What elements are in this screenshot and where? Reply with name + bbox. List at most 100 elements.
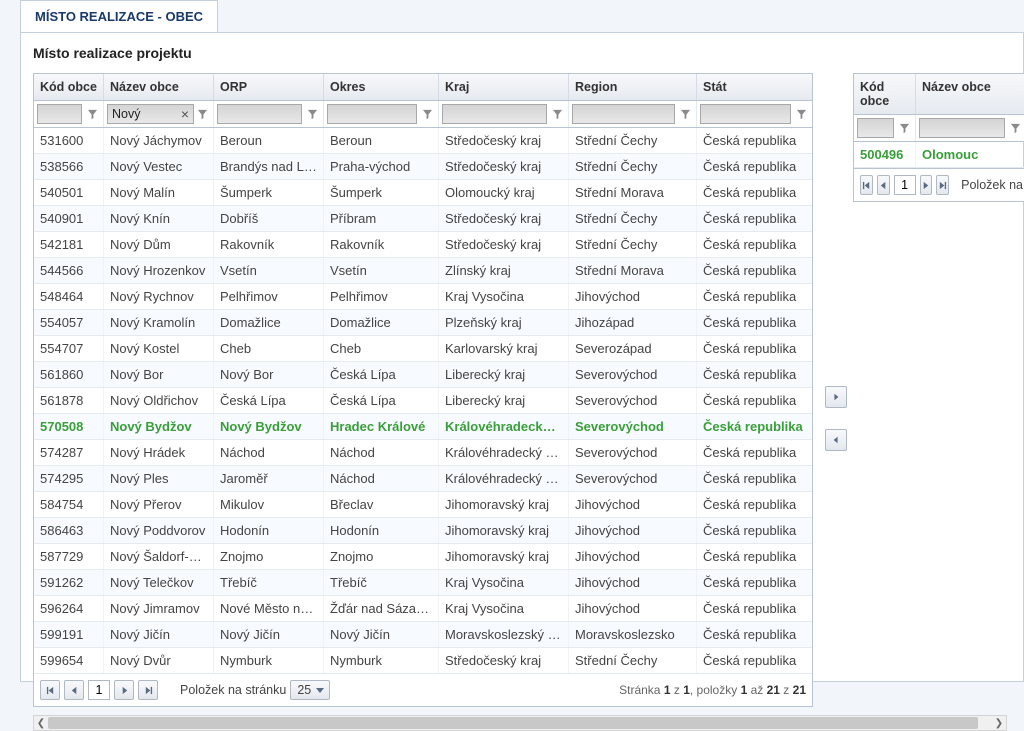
table-row[interactable]: 500496Olomouc	[854, 142, 1024, 168]
filter-icon[interactable]	[194, 104, 210, 124]
table-cell: Karlovarský kraj	[439, 336, 569, 361]
table-cell: Střední Čechy	[569, 648, 697, 673]
col-header-nazev-obce[interactable]: Název obce	[104, 74, 214, 100]
table-row[interactable]: 584754Nový PřerovMikulovBřeclavJihomorav…	[34, 492, 812, 518]
table-row[interactable]: 587729Nový Šaldorf-Sed...ZnojmoZnojmoJih…	[34, 544, 812, 570]
table-cell: Jihovýchod	[569, 518, 697, 543]
table-row[interactable]: 561860Nový BorNový BorČeská LípaLibereck…	[34, 362, 812, 388]
filter-icon[interactable]	[896, 118, 912, 138]
table-cell: Cheb	[324, 336, 439, 361]
table-row[interactable]: 586463Nový PoddvorovHodonínHodonínJihomo…	[34, 518, 812, 544]
move-right-button[interactable]	[825, 386, 847, 408]
table-cell: 554057	[34, 310, 104, 335]
table-row[interactable]: 540901Nový KnínDobříšPříbramStředočeský …	[34, 206, 812, 232]
table-cell: Středočeský kraj	[439, 154, 569, 179]
table-row[interactable]: 540501Nový MalínŠumperkŠumperkOlomoucký …	[34, 180, 812, 206]
table-cell: Nový Bor	[214, 362, 324, 387]
col-header-nazev-obce-r[interactable]: Název obce	[916, 74, 1024, 114]
pager-next-button-r[interactable]	[920, 175, 933, 195]
pager-first-button[interactable]	[40, 680, 60, 700]
filter-input-col7[interactable]	[700, 104, 791, 124]
col-header-orp[interactable]: ORP	[214, 74, 324, 100]
pager-next-button[interactable]	[114, 680, 134, 700]
pager-last-button[interactable]	[138, 680, 158, 700]
col-header-okres[interactable]: Okres	[324, 74, 439, 100]
pager-prev-button-r[interactable]	[877, 175, 890, 195]
filter-input-r-col1[interactable]	[857, 118, 894, 138]
pager-perpage-label-r: Položek na	[961, 178, 1023, 192]
table-row[interactable]: 544566Nový HrozenkovVsetínVsetínZlínský …	[34, 258, 812, 284]
table-cell: Středočeský kraj	[439, 232, 569, 257]
scroll-thumb[interactable]	[48, 717, 978, 729]
table-cell: 574287	[34, 440, 104, 465]
col-header-stat[interactable]: Stát	[697, 74, 812, 100]
table-cell: Česká republika	[697, 414, 812, 439]
table-cell: Hodonín	[324, 518, 439, 543]
table-row[interactable]: 531600Nový JáchymovBerounBerounStředočes…	[34, 128, 812, 154]
table-row[interactable]: 574287Nový HrádekNáchodNáchodKrálovéhrad…	[34, 440, 812, 466]
table-row[interactable]: 561878Nový OldřichovČeská LípaČeská Lípa…	[34, 388, 812, 414]
table-row[interactable]: 599191Nový JičínNový JičínNový JičínMora…	[34, 622, 812, 648]
table-cell: Šumperk	[324, 180, 439, 205]
filter-icon[interactable]	[549, 104, 565, 124]
table-cell: Moravskoslezský kraj	[439, 622, 569, 647]
table-cell: Česká republika	[697, 206, 812, 231]
filter-icon[interactable]	[1007, 118, 1023, 138]
col-header-kraj[interactable]: Kraj	[439, 74, 569, 100]
col-header-region[interactable]: Region	[569, 74, 697, 100]
filter-input-col1[interactable]	[37, 104, 82, 124]
table-cell: Cheb	[214, 336, 324, 361]
filter-input-col5[interactable]	[442, 104, 547, 124]
table-row[interactable]: 574295Nový PlesJaroměřNáchodKrálovéhrade…	[34, 466, 812, 492]
table-cell: Jihovýchod	[569, 544, 697, 569]
pager-page-input-r[interactable]	[894, 175, 916, 195]
table-cell: 561860	[34, 362, 104, 387]
col-header-kod-obce-r[interactable]: Kód obce	[854, 74, 916, 114]
table-row[interactable]: 596264Nový JimramovNové Město na M...Žďá…	[34, 596, 812, 622]
table-row[interactable]: 591262Nový TelečkovTřebíčTřebíčKraj Vyso…	[34, 570, 812, 596]
scroll-right-icon[interactable]: ❯	[992, 716, 1006, 730]
filter-input-col6[interactable]	[572, 104, 675, 124]
table-cell: Nový Kramolín	[104, 310, 214, 335]
filter-icon[interactable]	[677, 104, 693, 124]
table-cell: Česká republika	[697, 362, 812, 387]
table-cell: Královéhradecký kraj	[439, 466, 569, 491]
table-cell: Rakovník	[324, 232, 439, 257]
pager-prev-button[interactable]	[64, 680, 84, 700]
move-left-button[interactable]	[825, 429, 847, 451]
table-row[interactable]: 570508Nový BydžovNový BydžovHradec Králo…	[34, 414, 812, 440]
table-cell: Střední Čechy	[569, 206, 697, 231]
table-row[interactable]: 554057Nový KramolínDomažliceDomažlicePlz…	[34, 310, 812, 336]
table-cell: Znojmo	[324, 544, 439, 569]
table-row[interactable]: 538566Nový VestecBrandýs nad Lab...Praha…	[34, 154, 812, 180]
table-row[interactable]: 548464Nový RychnovPelhřimovPelhřimovKraj…	[34, 284, 812, 310]
pager-last-button-r[interactable]	[936, 175, 949, 195]
table-cell: Česká republika	[697, 544, 812, 569]
filter-icon[interactable]	[84, 104, 100, 124]
table-cell: Královéhradecký kraj	[439, 440, 569, 465]
filter-icon[interactable]	[304, 104, 320, 124]
filter-icon[interactable]	[793, 104, 809, 124]
pager-perpage-select[interactable]: 25	[290, 680, 330, 700]
table-row[interactable]: 554707Nový KostelChebChebKarlovarský kra…	[34, 336, 812, 362]
filter-icon[interactable]	[419, 104, 435, 124]
pager-page-input[interactable]	[88, 680, 110, 700]
table-cell: Domažlice	[324, 310, 439, 335]
scroll-left-icon[interactable]: ❮	[34, 716, 48, 730]
table-cell: Hodonín	[214, 518, 324, 543]
filter-input-col3[interactable]	[217, 104, 302, 124]
filter-clear-icon[interactable]: ×	[178, 106, 192, 122]
table-cell: Česká republika	[697, 388, 812, 413]
table-cell: Česká republika	[697, 596, 812, 621]
pager-first-button-r[interactable]	[860, 175, 873, 195]
filter-input-col4[interactable]	[327, 104, 417, 124]
table-cell: Česká republika	[697, 336, 812, 361]
tab-misto-realizace[interactable]: MÍSTO REALIZACE - OBEC	[20, 0, 218, 32]
table-cell: 561878	[34, 388, 104, 413]
col-header-kod-obce[interactable]: Kód obce	[34, 74, 104, 100]
table-cell: Olomouc	[916, 142, 1024, 167]
table-cell: Pelhřimov	[324, 284, 439, 309]
table-row[interactable]: 542181Nový DůmRakovníkRakovníkStředočesk…	[34, 232, 812, 258]
table-row[interactable]: 599654Nový DvůrNymburkNymburkStředočeský…	[34, 648, 812, 674]
filter-input-r-col2[interactable]	[919, 118, 1005, 138]
